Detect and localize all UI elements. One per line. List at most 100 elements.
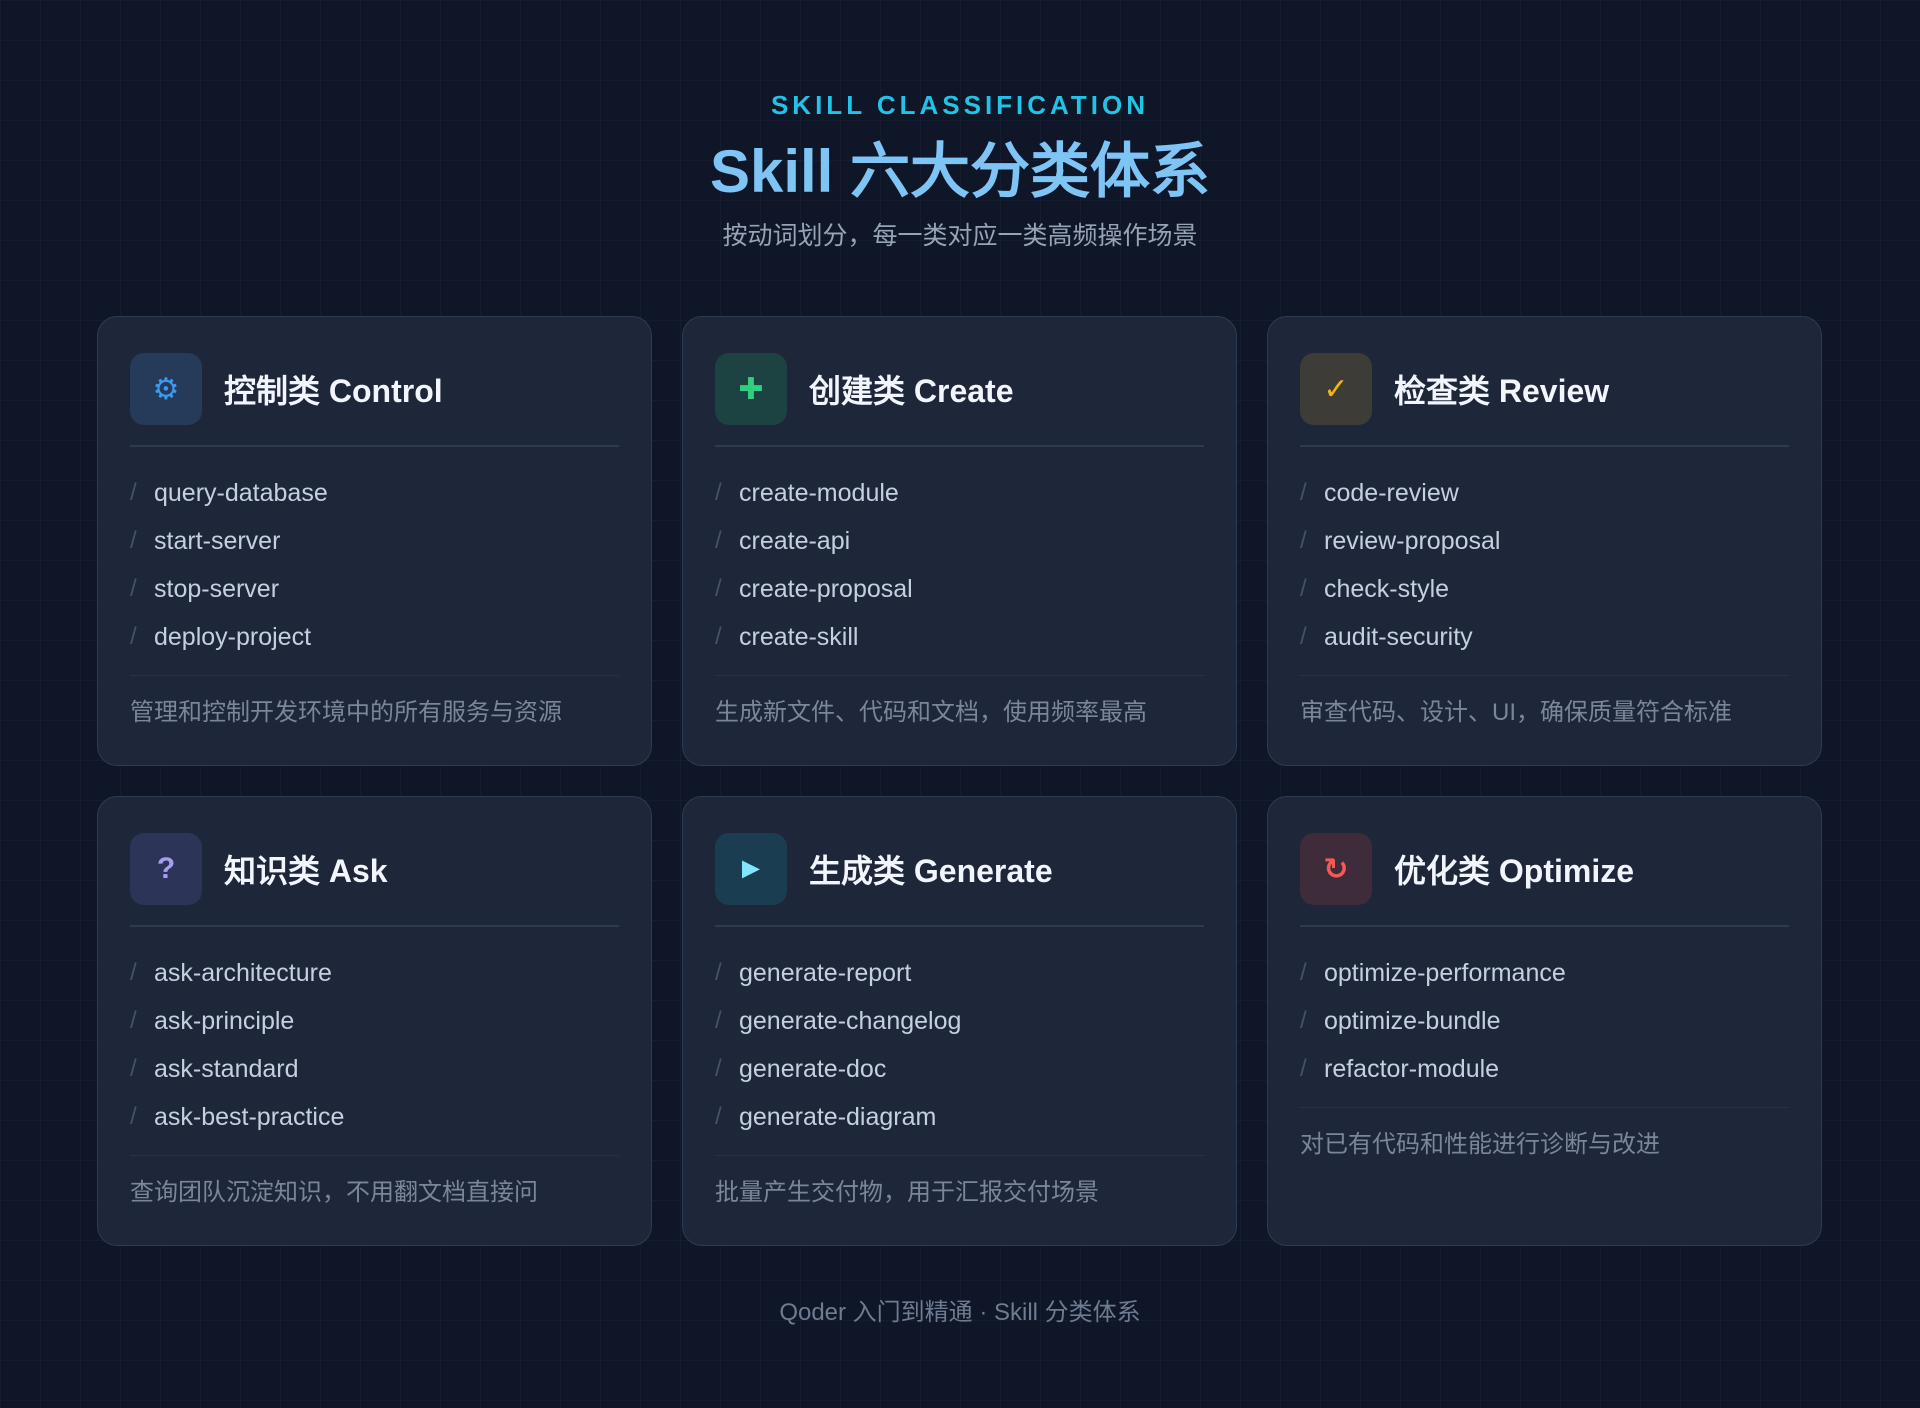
slash-icon: / [715,527,722,554]
skill-name: optimize-bundle [1324,1006,1501,1035]
divider [715,675,1204,676]
card-header: ► 生成类 Generate [715,833,1204,905]
skill-name: check-style [1324,574,1450,603]
skill-name: stop-server [154,574,280,603]
skill-item: / generate-doc [715,1045,1204,1093]
skill-item: / generate-changelog [715,997,1204,1045]
category-card-optimize: ↻ 优化类 Optimize / optimize-performance / op… [1267,796,1822,1246]
page-title: Skill 六大分类体系 [709,138,1211,205]
divider [715,1155,1204,1156]
skill-item: / create-api [715,517,1204,565]
slash-icon: / [130,575,137,602]
slash-icon: / [715,1055,722,1082]
slash-icon: / [130,1103,137,1130]
skill-name: ask-best-practice [154,1102,345,1131]
skill-name: ask-standard [154,1054,299,1083]
card-title: 检查类 Review [1394,373,1610,409]
card-header: ✚ 创建类 Create [715,353,1204,425]
skill-list: / ask-architecture / ask-principle / ask-st… [130,927,619,1141]
skill-name: code-review [1324,478,1459,507]
skill-name: ask-architecture [154,958,332,987]
card-description: 批量产生交付物，用于汇报交付场景 [715,1179,1099,1206]
skill-item: / optimize-bundle [1300,997,1789,1045]
card-description: 审查代码、设计、UI，确保质量符合标准 [1300,699,1732,726]
skill-name: refactor-module [1324,1054,1500,1083]
header: SKILL CLASSIFICATION Skill 六大分类体系 按动词划分，… [0,88,1920,254]
slash-icon: / [130,527,137,554]
question-icon: ? [130,833,202,905]
skill-item: / ask-standard [130,1045,619,1093]
skill-item: / start-server [130,517,619,565]
category-card-ask: ? 知识类 Ask / ask-architecture / ask-princip… [97,796,652,1246]
slash-icon: / [1300,623,1307,650]
skill-name: create-api [739,526,851,555]
page-subtitle: 按动词划分，每一类对应一类高频操作场景 [722,222,1198,250]
skill-list: / optimize-performance / optimize-bundle /… [1300,927,1789,1093]
slash-icon: / [715,623,722,650]
slash-icon: / [130,479,137,506]
card-title: 优化类 Optimize [1394,853,1635,889]
skill-list: / generate-report / generate-changelog / ge… [715,927,1204,1141]
card-title: 生成类 Generate [809,853,1053,889]
skill-item: / ask-best-practice [130,1093,619,1141]
slash-icon: / [1300,959,1307,986]
skill-item: / create-proposal [715,565,1204,613]
card-description: 生成新文件、代码和文档，使用频率最高 [715,699,1147,726]
skill-list: / query-database / start-server / stop-serv… [130,447,619,661]
skill-item: / ask-architecture [130,949,619,997]
card-description: 查询团队沉淀知识，不用翻文档直接问 [130,1179,538,1206]
skill-item: / generate-report [715,949,1204,997]
slash-icon: / [715,1007,722,1034]
divider [130,1155,619,1156]
skill-item: / query-database [130,469,619,517]
category-card-review: ✓ 检查类 Review / code-review / review-propos… [1267,316,1822,766]
skill-name: audit-security [1324,622,1473,651]
skill-item: / create-module [715,469,1204,517]
skill-item: / stop-server [130,565,619,613]
slash-icon: / [1300,575,1307,602]
category-card-generate: ► 生成类 Generate / generate-report / generat… [682,796,1237,1246]
slash-icon: / [1300,1007,1307,1034]
gear-icon: ⚙ [130,353,202,425]
skill-name: generate-doc [739,1054,887,1083]
skill-item: / create-skill [715,613,1204,661]
skill-name: review-proposal [1324,526,1501,555]
refresh-icon: ↻ [1300,833,1372,905]
skill-item: / optimize-performance [1300,949,1789,997]
slash-icon: / [715,479,722,506]
card-description: 对已有代码和性能进行诊断与改进 [1300,1131,1660,1158]
skill-item: / audit-security [1300,613,1789,661]
check-icon: ✓ [1300,353,1372,425]
divider [1300,1107,1789,1108]
card-title: 控制类 Control [224,373,443,409]
skill-item: / check-style [1300,565,1789,613]
skill-name: ask-principle [154,1006,295,1035]
slash-icon: / [715,959,722,986]
card-header: ⚙ 控制类 Control [130,353,619,425]
slash-icon: / [1300,1055,1307,1082]
plus-icon: ✚ [715,353,787,425]
skill-name: start-server [154,526,281,555]
card-header: ✓ 检查类 Review [1300,353,1789,425]
skill-name: create-module [739,478,899,507]
category-card-control: ⚙ 控制类 Control / query-database / start-ser… [97,316,652,766]
skill-name: create-proposal [739,574,913,603]
card-title: 创建类 Create [809,373,1014,409]
category-grid: ⚙ 控制类 Control / query-database / start-ser… [97,316,1823,1246]
skill-item: / ask-principle [130,997,619,1045]
skill-name: generate-diagram [739,1102,937,1131]
skill-name: generate-changelog [739,1006,962,1035]
slash-icon: / [130,623,137,650]
divider [130,675,619,676]
slash-icon: / [1300,527,1307,554]
skill-list: / code-review / review-proposal / check-sty… [1300,447,1789,661]
skill-item: / deploy-project [130,613,619,661]
card-title: 知识类 Ask [224,853,388,889]
card-header: ? 知识类 Ask [130,833,619,905]
skill-name: deploy-project [154,622,312,651]
divider [1300,675,1789,676]
slash-icon: / [130,1007,137,1034]
card-header: ↻ 优化类 Optimize [1300,833,1789,905]
slash-icon: / [130,959,137,986]
slash-icon: / [1300,479,1307,506]
